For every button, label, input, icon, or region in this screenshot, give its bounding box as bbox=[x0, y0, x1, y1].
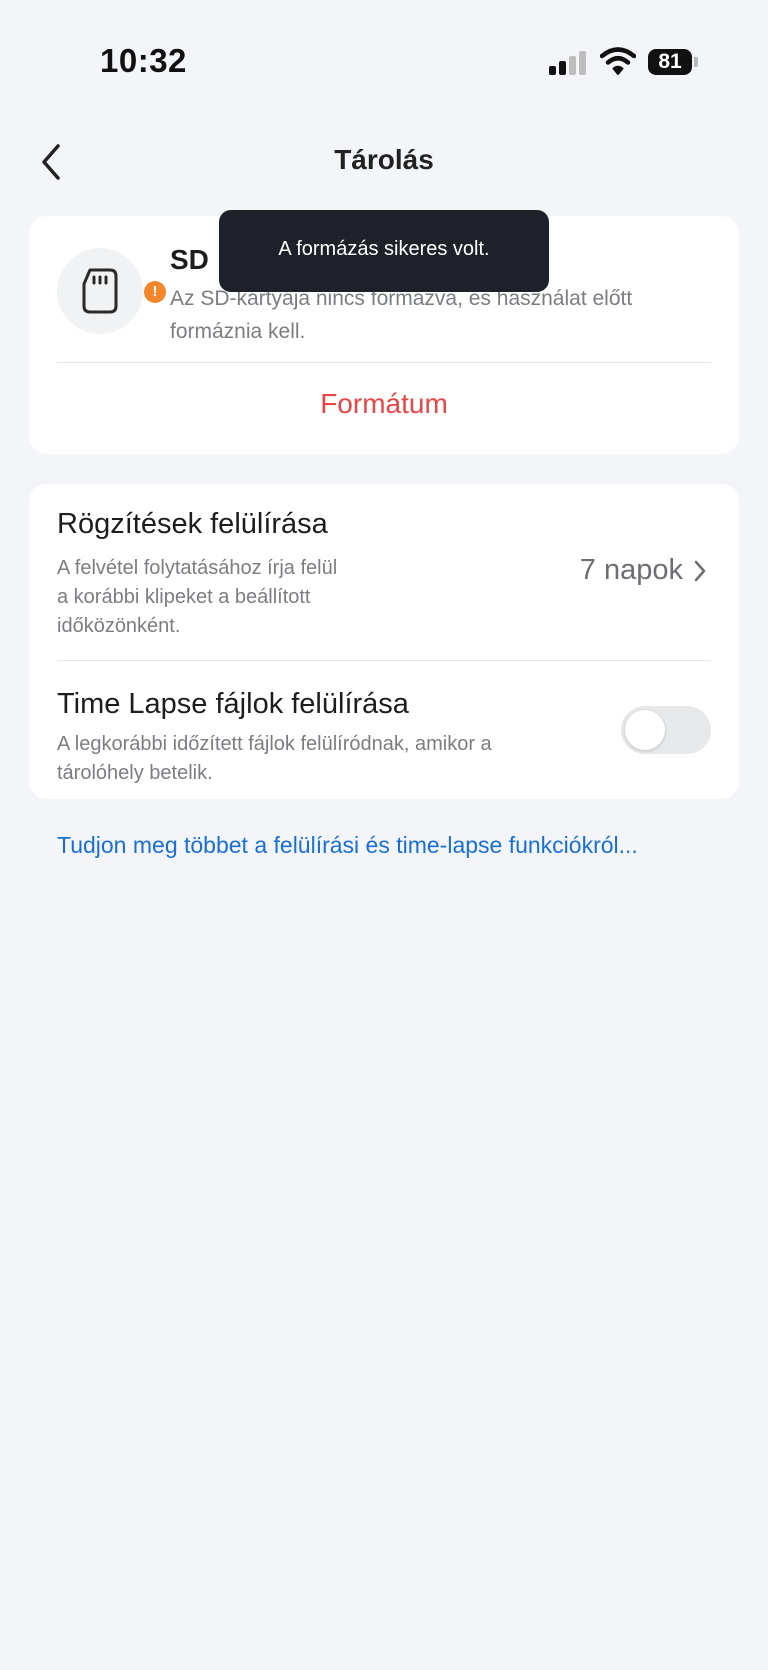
divider bbox=[57, 660, 711, 661]
battery-icon: 81 bbox=[648, 49, 692, 75]
description-line: A legkorábbi időzített fájlok felülíródn… bbox=[57, 733, 492, 755]
timelapse-overwrite-title: Time Lapse fájlok felülírása bbox=[57, 688, 409, 720]
toggle-knob bbox=[625, 710, 665, 750]
sd-card-icon-container: ! bbox=[57, 248, 166, 334]
warning-badge-icon: ! bbox=[144, 281, 166, 303]
learn-more-link[interactable]: Tudjon meg többet a felülírási és time-l… bbox=[57, 832, 638, 859]
timelapse-overwrite-toggle[interactable] bbox=[621, 706, 711, 754]
sd-card-icon bbox=[82, 268, 118, 314]
settings-panel: Rögzítések felülírása A felvétel folytat… bbox=[29, 484, 739, 799]
battery-tip bbox=[694, 57, 698, 67]
status-time: 10:32 bbox=[100, 42, 187, 79]
page-title: Tárolás bbox=[334, 144, 434, 175]
overwrite-interval-value: 7 napok bbox=[579, 554, 683, 586]
description-line: A felvétel folytatásához írja felül bbox=[57, 557, 338, 579]
cellular-signal-icon bbox=[549, 49, 589, 75]
sd-card-title: SD bbox=[170, 244, 209, 275]
toast-message: A formázás sikeres volt. bbox=[278, 238, 490, 260]
toast-notification: A formázás sikeres volt. bbox=[219, 210, 549, 292]
overwrite-recordings-description: A felvétel folytatásához írja felül a ko… bbox=[57, 554, 337, 641]
wifi-icon bbox=[600, 47, 636, 75]
status-bar: 10:32 81 bbox=[0, 0, 768, 110]
description-line: a korábbi klipeket a beállított bbox=[57, 586, 311, 608]
timelapse-overwrite-description: A legkorábbi időzített fájlok felülíródn… bbox=[57, 730, 492, 788]
chevron-right-icon bbox=[694, 560, 706, 581]
description-line: időközönként. bbox=[57, 615, 181, 637]
nav-header: Tárolás bbox=[0, 120, 768, 208]
overwrite-interval-selector[interactable]: 7 napok bbox=[580, 554, 707, 587]
format-button[interactable]: Formátum bbox=[29, 388, 739, 440]
overwrite-recordings-title: Rögzítések felülírása bbox=[57, 508, 328, 540]
description-line: tárolóhely betelik. bbox=[57, 762, 213, 784]
divider bbox=[57, 362, 711, 363]
